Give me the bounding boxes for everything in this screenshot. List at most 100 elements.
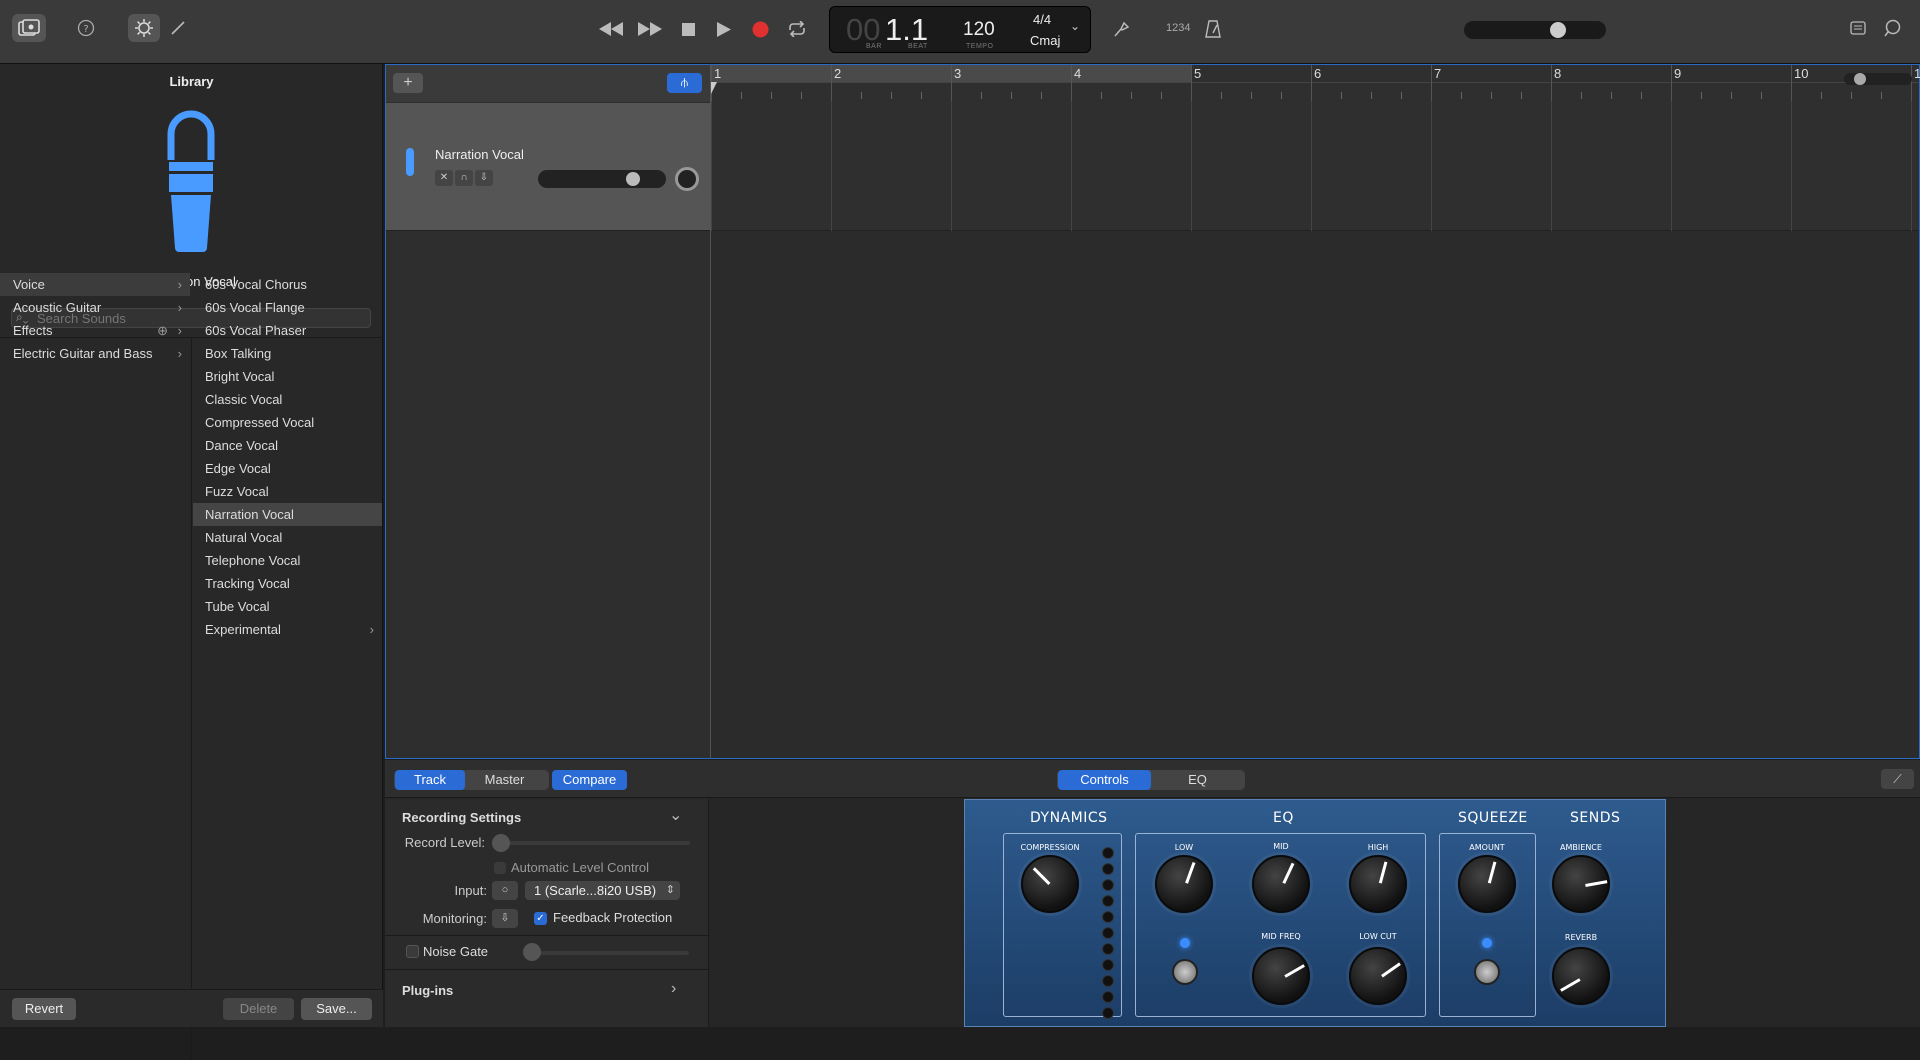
editors-pencil-icon[interactable]	[168, 18, 188, 38]
library-item[interactable]: Telephone Vocal	[193, 549, 382, 572]
high-eq-knob[interactable]	[1349, 855, 1407, 913]
library-item[interactable]: 60s Vocal Flange	[193, 296, 382, 319]
tab-master[interactable]: Master	[467, 770, 542, 790]
library-category[interactable]: Voice ›	[0, 273, 190, 296]
low-eq-knob[interactable]	[1155, 855, 1213, 913]
noise-gate-thumb[interactable]	[523, 943, 541, 961]
mid-freq-knob[interactable]	[1252, 947, 1310, 1005]
ruler[interactable]: 1 2 3 4 5 6 7 8 9 10 1	[711, 65, 1920, 101]
track-pan-knob[interactable]	[675, 167, 699, 191]
playhead-icon[interactable]	[711, 82, 717, 94]
library-toggle-icon[interactable]	[12, 14, 46, 42]
library-item[interactable]: Compressed Vocal	[193, 411, 382, 434]
fast-forward-icon[interactable]	[637, 18, 663, 40]
chevron-right-icon[interactable]: ›	[671, 980, 676, 998]
low-cut-knob[interactable]	[1349, 947, 1407, 1005]
microphone-icon	[163, 110, 219, 259]
ruler-beat-tick	[891, 92, 892, 99]
library-item[interactable]: Edge Vocal	[193, 457, 382, 480]
track-volume-thumb[interactable]	[626, 172, 640, 186]
input-select[interactable]: 1 (Scarle...8i20 USB) ⇕	[525, 881, 680, 900]
library-item[interactable]: Tracking Vocal	[193, 572, 382, 595]
feedback-protection-checkbox[interactable]: ✓	[534, 912, 547, 925]
recording-settings-header[interactable]: Recording Settings	[402, 810, 521, 825]
lcd-display[interactable]: 00 1.1 BAR BEAT 120 TEMPO 4/4 Cmaj ⌄	[829, 6, 1091, 53]
tab-controls[interactable]: Controls	[1058, 770, 1151, 790]
headphones-icon[interactable]: ∩	[455, 170, 473, 186]
inspector-pencil-icon[interactable]: ⟋	[1881, 769, 1914, 789]
stop-icon[interactable]	[677, 18, 699, 40]
track-headers-area: + + ⫛ Narration Vocal ✕ ∩ ⇩	[385, 64, 710, 759]
tab-track[interactable]: Track	[395, 770, 465, 790]
rewind-icon[interactable]	[598, 18, 624, 40]
help-icon[interactable]: ?	[77, 18, 95, 38]
snap-alignment-icon[interactable]: ⫛	[667, 73, 702, 93]
plugins-header[interactable]: Plug-ins	[402, 983, 453, 998]
library-item[interactable]: 60s Vocal Phaser	[193, 319, 382, 342]
library-category[interactable]: Electric Guitar and Bass ›	[0, 342, 190, 365]
library-item[interactable]: Bright Vocal	[193, 365, 382, 388]
chevron-right-icon: ›	[177, 300, 182, 315]
mid-eq-knob[interactable]	[1252, 855, 1310, 913]
auto-level-checkbox[interactable]	[494, 862, 506, 874]
library-item[interactable]: Box Talking	[193, 342, 382, 365]
library-item[interactable]: 60s Vocal Chorus	[193, 273, 382, 296]
library-item[interactable]: Narration Vocal	[193, 503, 382, 526]
tab-eq[interactable]: EQ	[1151, 770, 1244, 790]
track-volume-slider[interactable]	[538, 170, 666, 188]
compression-knob[interactable]	[1021, 855, 1079, 913]
library-item[interactable]: Natural Vocal	[193, 526, 382, 549]
library-item[interactable]: Fuzz Vocal	[193, 480, 382, 503]
ruler-bar-number: 4	[1074, 66, 1082, 81]
squeeze-toggle-switch[interactable]	[1474, 959, 1500, 985]
chevron-down-icon[interactable]: ⌄	[669, 805, 682, 825]
save-button[interactable]: Save...	[301, 998, 372, 1020]
tuner-icon[interactable]	[1110, 18, 1132, 40]
zoom-slider-thumb[interactable]	[1854, 73, 1866, 85]
ruler-beat-tick	[1851, 92, 1852, 99]
record-level-thumb[interactable]	[492, 834, 510, 852]
ambience-knob[interactable]	[1552, 855, 1610, 913]
download-icon[interactable]: ⊕	[157, 319, 168, 342]
count-in-button[interactable]: 1234	[1166, 22, 1190, 34]
cycle-icon[interactable]	[785, 18, 809, 40]
loop-browser-icon[interactable]	[1882, 18, 1904, 38]
monitoring-button[interactable]: ⇩	[492, 909, 518, 928]
library-category[interactable]: Effects ⊕ ›	[0, 319, 190, 342]
delete-button[interactable]: Delete	[223, 998, 294, 1020]
master-volume-slider[interactable]	[1464, 21, 1606, 39]
library-item[interactable]: Classic Vocal	[193, 388, 382, 411]
mute-icon[interactable]: ✕	[435, 170, 453, 186]
low-label: LOW	[1174, 843, 1194, 852]
library-category[interactable]: Acoustic Guitar ›	[0, 296, 190, 319]
noise-gate-slider[interactable]	[529, 951, 689, 955]
library-item[interactable]: Tube Vocal	[193, 595, 382, 618]
notepad-icon[interactable]	[1848, 18, 1868, 38]
tracks-timeline[interactable]: 1 2 3 4 5 6 7 8 9 10 1	[710, 64, 1920, 759]
reverb-knob[interactable]	[1552, 947, 1610, 1005]
svg-text:?: ?	[83, 24, 88, 35]
noise-gate-checkbox[interactable]	[406, 945, 419, 958]
zoom-slider[interactable]	[1844, 73, 1912, 85]
track-name[interactable]: Narration Vocal	[435, 147, 524, 162]
revert-button[interactable]: Revert	[12, 998, 76, 1020]
track-row[interactable]: Narration Vocal ✕ ∩ ⇩	[386, 103, 710, 231]
record-icon[interactable]	[749, 18, 771, 40]
record-enable-icon[interactable]: ⇩	[475, 170, 493, 186]
add-track-button[interactable]: +	[393, 73, 423, 93]
compare-button[interactable]: Compare	[552, 770, 627, 790]
eq-toggle-switch[interactable]	[1172, 959, 1198, 985]
play-icon[interactable]	[713, 18, 735, 40]
record-level-slider[interactable]	[495, 841, 690, 845]
library-item[interactable]: Dance Vocal	[193, 434, 382, 457]
bar-gridline	[1311, 101, 1312, 231]
master-volume-thumb[interactable]	[1550, 22, 1566, 38]
library-item[interactable]: Experimental ›	[193, 618, 382, 641]
smart-controls-icon[interactable]	[128, 14, 160, 42]
input-format-button[interactable]: ○	[492, 881, 518, 900]
chevron-down-icon[interactable]: ⌄	[1070, 19, 1080, 33]
metronome-icon[interactable]	[1202, 18, 1224, 40]
library-item-label: 60s Vocal Phaser	[205, 323, 307, 338]
squeeze-amount-knob[interactable]	[1458, 855, 1516, 913]
track-lane[interactable]	[711, 101, 1919, 231]
